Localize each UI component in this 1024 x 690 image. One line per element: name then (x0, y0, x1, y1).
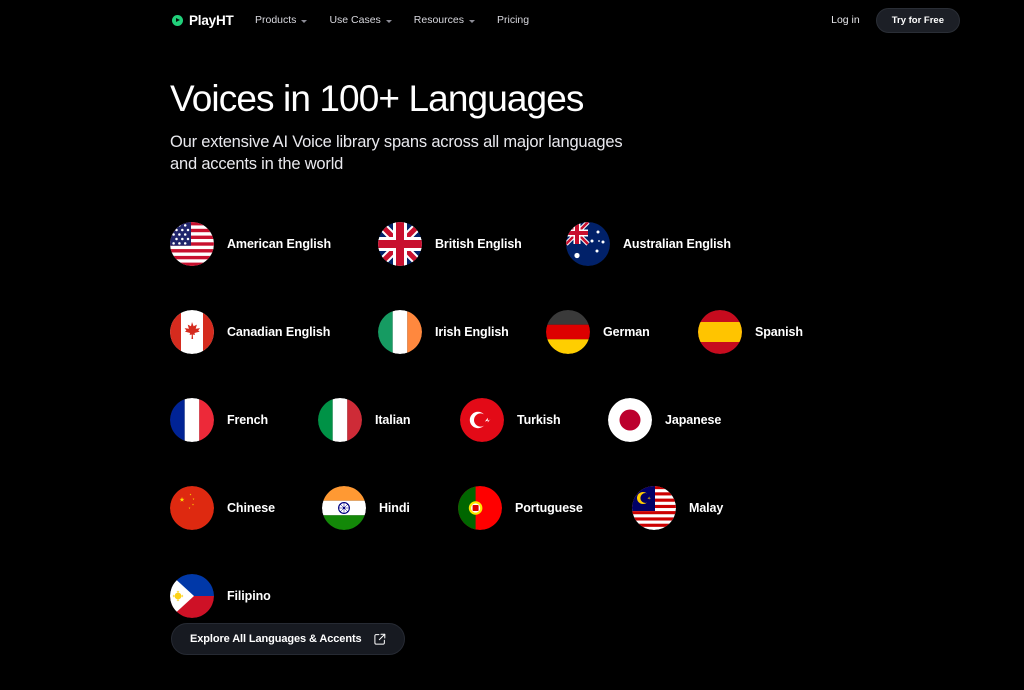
language-label: Japanese (665, 413, 722, 427)
flag-ph-icon (170, 574, 214, 618)
language-grid: American English British English Austral… (170, 200, 990, 640)
try-for-free-button[interactable]: Try for Free (875, 7, 960, 33)
language-item-canadian-english[interactable]: Canadian English (170, 310, 378, 354)
flag-in-icon (322, 486, 366, 530)
language-label: Italian (375, 413, 411, 427)
flag-cn-icon (170, 486, 214, 530)
flag-pt-icon (458, 486, 502, 530)
language-item-french[interactable]: French (170, 398, 318, 442)
flag-tr-icon (460, 398, 504, 442)
nav-links: Products Use Cases Resources Pricing (255, 14, 529, 26)
explore-all-languages-button[interactable]: Explore All Languages & Accents (171, 623, 405, 655)
hero-section: Voices in 100+ Languages Our extensive A… (170, 78, 870, 175)
language-label: Spanish (755, 325, 803, 339)
language-item-australian-english[interactable]: Australian English (566, 222, 731, 266)
language-label: Portuguese (515, 501, 583, 515)
language-item-american-english[interactable]: American English (170, 222, 378, 266)
language-label: Chinese (227, 501, 275, 515)
language-label: Hindi (379, 501, 410, 515)
flag-gb-icon (378, 222, 422, 266)
brand-name: PlayHT (189, 12, 234, 28)
flag-us-icon (170, 222, 214, 266)
language-item-irish-english[interactable]: Irish English (378, 310, 546, 354)
language-label: British English (435, 237, 522, 251)
flag-ca-icon (170, 310, 214, 354)
language-item-hindi[interactable]: Hindi (322, 486, 458, 530)
language-label: Turkish (517, 413, 561, 427)
language-label: Malay (689, 501, 724, 515)
language-item-turkish[interactable]: Turkish (460, 398, 608, 442)
page-title: Voices in 100+ Languages (170, 78, 584, 119)
language-item-filipino[interactable]: Filipino (170, 574, 271, 618)
language-row: Chinese Hindi Portuguese Malay (170, 464, 990, 552)
chevron-down-icon (301, 19, 308, 23)
nav-item-pricing[interactable]: Pricing (497, 14, 529, 26)
play-circle-icon (172, 14, 183, 26)
chevron-down-icon (385, 19, 392, 23)
language-row: French Italian Turkish Japanese (170, 376, 990, 464)
language-item-spanish[interactable]: Spanish (698, 310, 803, 354)
nav-item-products[interactable]: Products (255, 14, 308, 26)
flag-my-icon (632, 486, 676, 530)
page-subtitle: Our extensive AI Voice library spans acr… (170, 132, 623, 174)
language-label: German (603, 325, 650, 339)
flag-es-icon (698, 310, 742, 354)
nav-item-use-cases[interactable]: Use Cases (329, 14, 392, 26)
language-row: Canadian English Irish English German Sp… (170, 288, 990, 376)
language-item-german[interactable]: German (546, 310, 698, 354)
language-row: American English British English Austral… (170, 200, 990, 288)
flag-jp-icon (608, 398, 652, 442)
nav-item-products-label: Products (255, 14, 297, 26)
chevron-down-icon (469, 19, 475, 23)
flag-au-icon (566, 222, 610, 266)
language-label: French (227, 413, 269, 427)
flag-ie-icon (378, 310, 422, 354)
language-label: American English (227, 237, 331, 251)
nav-item-resources[interactable]: Resources (414, 14, 475, 26)
nav-item-resources-label: Resources (413, 14, 464, 26)
language-item-japanese[interactable]: Japanese (608, 398, 721, 442)
explore-all-languages-label: Explore All Languages & Accents (190, 633, 362, 645)
nav-actions: Log in Try for Free (831, 7, 960, 33)
flag-it-icon (318, 398, 362, 442)
language-item-british-english[interactable]: British English (378, 222, 566, 266)
language-item-chinese[interactable]: Chinese (170, 486, 322, 530)
language-item-malay[interactable]: Malay (632, 486, 723, 530)
language-item-italian[interactable]: Italian (318, 398, 460, 442)
flag-fr-icon (170, 398, 214, 442)
nav-item-use-cases-label: Use Cases (329, 14, 381, 26)
login-link[interactable]: Log in (831, 14, 860, 26)
external-link-icon (373, 633, 385, 645)
flag-de-icon (546, 310, 590, 354)
nav-item-pricing-label: Pricing (497, 14, 530, 26)
language-label: Filipino (227, 589, 271, 603)
language-item-portuguese[interactable]: Portuguese (458, 486, 632, 530)
language-label: Canadian English (227, 325, 331, 339)
language-label: Irish English (435, 325, 509, 339)
language-label: Australian English (623, 237, 731, 251)
brand-logo[interactable]: PlayHT (172, 13, 234, 28)
navbar: PlayHT Products Use Cases Resources Pric… (0, 0, 1024, 40)
